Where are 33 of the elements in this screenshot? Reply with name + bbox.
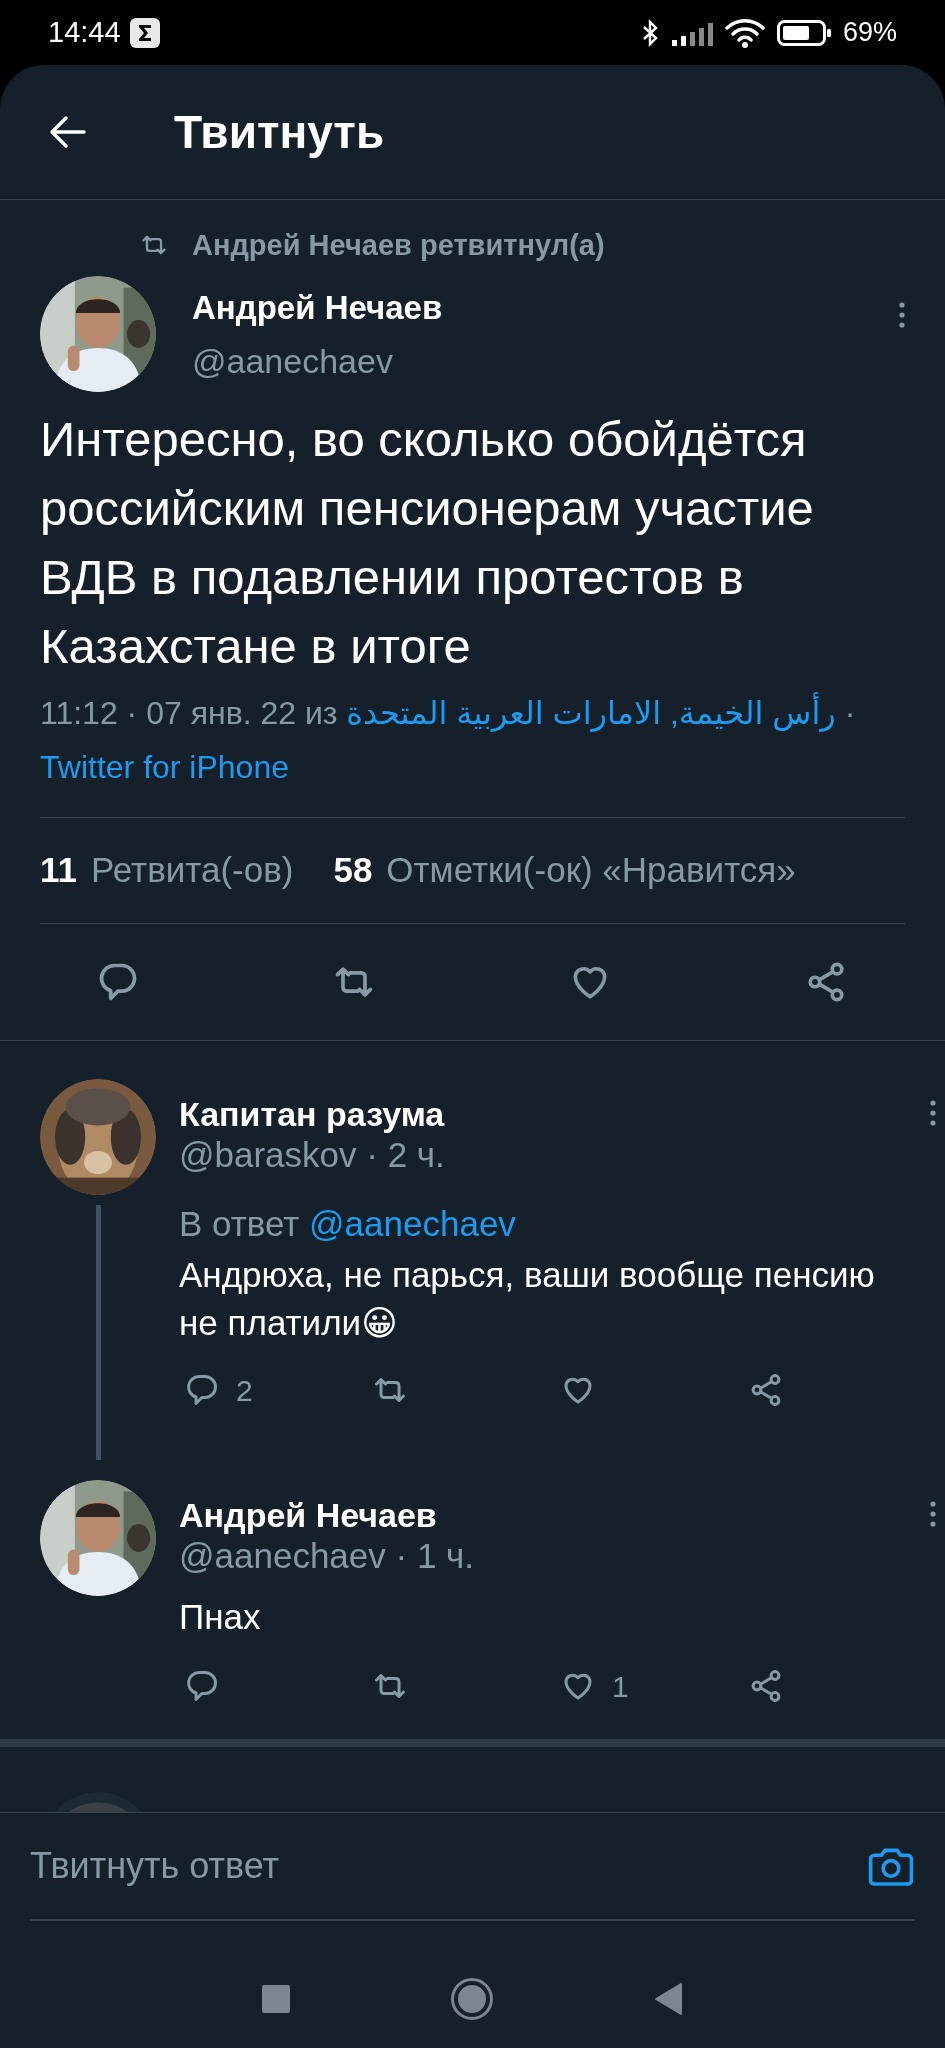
tweet-text: Интересно, во сколько обойдётся российским пенсионерам участие ВДВ в подавлении протестов в Казахстане в итоге [40,411,815,675]
more-icon[interactable] [930,1501,936,1527]
battery-percentage: 69% [842,16,897,50]
author-handle: @baraskov · 2 ч. [179,1134,446,1176]
author-handle: @aanechaev [192,341,394,382]
wifi-icon [724,17,765,48]
author-name[interactable]: Капитан разума [179,1094,930,1134]
page-title: Твитнуть [174,104,385,160]
author-handle: @aanechaev · 1 ч. [179,1535,476,1577]
reply-context: В ответ @aanechaev [179,1203,517,1245]
clock-time: 14:44 [48,14,121,50]
heart-button[interactable]: 1 [560,1663,748,1709]
reply-text: Пнах [179,1596,262,1638]
mention-link[interactable]: @aanechaev [309,1204,516,1243]
home-icon[interactable] [450,1977,494,2021]
source-link[interactable]: Twitter for iPhone [40,749,289,785]
action-count: 1 [612,1668,629,1705]
stat-count[interactable]: 58 Отметки(-ок) «Нравится» [333,844,796,897]
action-count: 2 [236,1372,253,1409]
speech-bubble-button[interactable]: 2 [184,1367,372,1413]
battery-icon [776,19,831,46]
retweet-label: Андрей Нечаев ретвитнул(а) [192,230,605,260]
reply-composer[interactable]: Твитнуть ответ [0,1812,945,1950]
speech-bubble-icon [184,1372,220,1408]
author-name[interactable]: Андрей Нечаев [192,288,899,328]
more-icon[interactable] [930,1100,936,1126]
notification-icon [128,16,161,49]
reply-text: Андрюха, не парься, ваши вообще пенсию не платили😀 [179,1254,876,1344]
reply-field[interactable]: Твитнуть ответ [30,1839,867,1893]
speech-bubble-icon [184,1668,220,1704]
stat-count[interactable]: 11 Ретвита(-ов) [40,844,294,897]
author-name[interactable]: Андрей Нечаев [179,1495,930,1535]
more-icon[interactable] [899,302,905,328]
